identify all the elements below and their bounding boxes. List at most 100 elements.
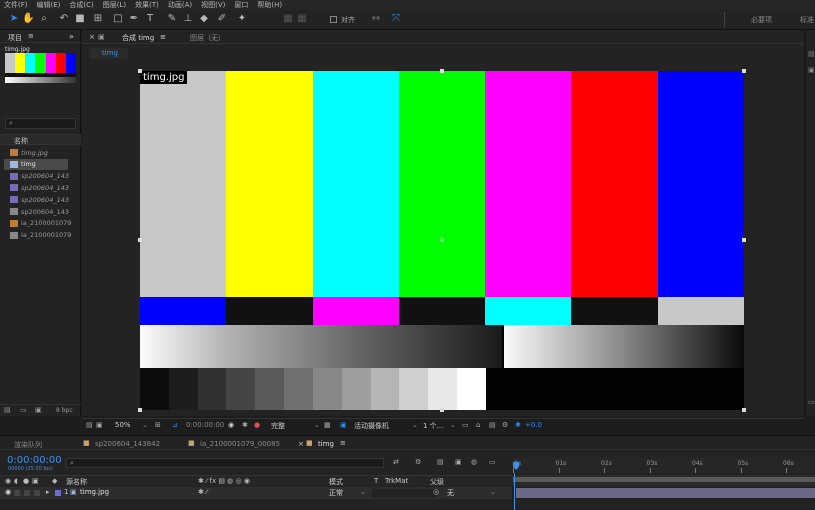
render-icon[interactable]: ▤ — [489, 421, 496, 429]
ruler-work-area-bar[interactable] — [512, 475, 815, 486]
timeline-search-input[interactable]: ⌕ — [66, 458, 384, 468]
project-item[interactable]: sp200604_143 — [4, 171, 74, 182]
layer-label-color[interactable] — [55, 490, 61, 496]
project-item[interactable]: sp200604_143 — [4, 182, 74, 193]
menu-item-5[interactable]: 动画(A) — [168, 0, 192, 10]
zoom-dropdown-icon[interactable]: ⌄ — [142, 421, 148, 429]
col-t[interactable]: T — [374, 477, 378, 485]
lock-icon[interactable]: ▣ — [98, 33, 105, 41]
timeline-tab-1[interactable]: sp200604_143842 — [95, 440, 160, 448]
audio-icon[interactable]: ▣ — [808, 66, 815, 74]
handle-middle-left[interactable] — [138, 238, 142, 242]
align-icon[interactable]: ↔ — [370, 13, 382, 25]
brush-tool-icon[interactable]: ✎ — [166, 13, 178, 25]
pan-behind-tool-icon[interactable]: ⊞ — [92, 13, 104, 25]
shy-icon[interactable]: ▤ — [437, 458, 444, 466]
snap-icon[interactable]: ▦ — [282, 13, 294, 25]
camera-dropdown-icon[interactable]: ⌄ — [412, 421, 418, 429]
views-dropdown-icon[interactable]: ⌄ — [450, 421, 456, 429]
video-switch-icon[interactable]: ◉ — [5, 477, 11, 485]
timeline-timecode[interactable]: 0:00:00:00 — [7, 455, 62, 466]
toggle-mask-icon[interactable]: ▭ — [462, 421, 469, 429]
motion-blur-icon[interactable]: ◍ — [471, 458, 477, 466]
clone-stamp-tool-icon[interactable]: ⊥ — [182, 13, 194, 25]
lock-column-icon[interactable]: ▣ — [32, 477, 39, 485]
project-search-input[interactable]: ⌕ — [5, 118, 76, 129]
exposure-value[interactable]: +0.0 — [525, 421, 542, 429]
show-snapshot-icon[interactable]: ✱ — [242, 421, 248, 429]
pen-tool-icon[interactable]: ✒ — [128, 13, 140, 25]
project-item[interactable]: ia_2100001079 — [4, 230, 74, 241]
preview-icon[interactable]: ▭ — [808, 398, 815, 406]
handle-bottom-right[interactable] — [742, 408, 746, 412]
hand-tool-icon[interactable]: ✋ — [22, 13, 34, 25]
handle-middle-right[interactable] — [742, 238, 746, 242]
fast-preview-icon[interactable]: ▣ — [340, 421, 347, 429]
timeline-tab-3[interactable]: timg — [318, 440, 334, 448]
layer-visibility-icon[interactable]: ◉ — [5, 488, 11, 496]
work-area[interactable] — [513, 477, 815, 482]
channel-icon[interactable]: ● — [254, 421, 260, 429]
comp-flowchart-icon[interactable]: ⌂ — [476, 421, 480, 429]
project-item[interactable]: sp200604_143 — [4, 194, 74, 205]
layer-tab[interactable]: 图层（无） — [190, 33, 225, 43]
handle-top-right[interactable] — [742, 69, 746, 73]
roto-brush-tool-icon[interactable]: ✐ — [216, 13, 228, 25]
expand-panels-icon[interactable]: » — [69, 32, 74, 41]
info-icon[interactable]: ▤ — [808, 50, 815, 58]
zoom-tool-icon[interactable]: ⌕ — [38, 13, 50, 25]
timeline-tab-2[interactable]: ia_2100001079_00085 — [200, 440, 280, 448]
camera-tool-icon[interactable]: ■ — [74, 13, 86, 25]
project-item[interactable]: sp200604_143 — [4, 206, 74, 217]
close-tab-icon[interactable]: × — [89, 33, 95, 41]
menu-item-8[interactable]: 帮助(H) — [257, 0, 282, 10]
mode-dropdown-icon[interactable]: ⌄ — [360, 488, 366, 496]
col-source-name[interactable]: 源名称 — [66, 477, 87, 487]
solo-icon[interactable]: ● — [23, 477, 29, 485]
trkmat-select[interactable] — [372, 489, 436, 497]
toggle-pixel-aspect-icon[interactable]: ▣ — [96, 421, 103, 429]
text-tool-icon[interactable]: T — [144, 13, 156, 25]
transparency-grid-icon[interactable]: ▦ — [324, 421, 331, 429]
interpret-footage-icon[interactable]: ▤ — [4, 406, 11, 414]
rotate-tool-icon[interactable]: ↶ — [58, 13, 70, 25]
comp-breadcrumb[interactable]: timg — [90, 48, 128, 59]
resolution-dropdown-icon[interactable]: ⌄ — [314, 421, 320, 429]
close-tab-icon[interactable]: × — [298, 440, 304, 448]
col-trkmat[interactable]: TrkMat — [385, 477, 408, 485]
project-item[interactable]: ia_2100001079 — [4, 218, 74, 229]
project-item[interactable]: timg — [4, 158, 68, 170]
switches-icons[interactable]: ✱ ⁄ fx ▤ ◍ ◎ ◉ — [198, 477, 250, 485]
align-checkbox[interactable] — [330, 16, 337, 23]
eraser-tool-icon[interactable]: ◆ — [198, 13, 210, 25]
menu-item-4[interactable]: 效果(T) — [135, 0, 159, 10]
col-parent[interactable]: 父级 — [430, 477, 444, 487]
project-column-header[interactable]: 名称 — [0, 134, 81, 145]
snapshot-icon[interactable]: ◉ — [228, 421, 234, 429]
panel-menu-icon[interactable]: ≡ — [340, 439, 346, 447]
project-item[interactable]: timg.jpg — [4, 147, 74, 158]
handle-bottom-center[interactable] — [440, 408, 444, 412]
composition-viewer[interactable]: timg.jpg ✧ — [140, 71, 744, 410]
menu-item-0[interactable]: 文件(F) — [4, 0, 28, 10]
layer-lock-toggle[interactable] — [34, 490, 40, 496]
audio-switch-icon[interactable]: ◖ — [14, 477, 18, 485]
bpc-label[interactable]: 8 bpc — [56, 407, 73, 414]
region-of-interest-icon[interactable]: ⊿ — [172, 421, 178, 429]
comp-tab-menu[interactable]: ≡ — [160, 33, 166, 41]
views-select[interactable]: 1 个... — [423, 421, 443, 431]
grid-icon[interactable]: ⊞ — [155, 421, 161, 429]
workspace-essentials[interactable]: 必要项 — [751, 15, 772, 25]
col-mode[interactable]: 模式 — [329, 477, 343, 487]
parent-dropdown-icon[interactable]: ⌄ — [490, 488, 496, 496]
new-folder-icon[interactable]: ▭ — [20, 406, 27, 414]
camera-select[interactable]: 活动摄像机 — [354, 421, 389, 431]
layer-switches[interactable]: ✱ ⁄ — [198, 488, 207, 496]
menu-item-3[interactable]: 图层(L) — [103, 0, 126, 10]
3d-renderer-icon[interactable]: ⚙ — [502, 421, 508, 429]
draft-3d-icon[interactable]: ⚙ — [415, 458, 421, 466]
frame-blending-icon[interactable]: ▣ — [455, 458, 462, 466]
menu-item-6[interactable]: 视图(V) — [201, 0, 225, 10]
distribute-icon[interactable]: ⤧ — [390, 13, 402, 25]
always-preview-icon[interactable]: ▤ — [86, 421, 93, 429]
